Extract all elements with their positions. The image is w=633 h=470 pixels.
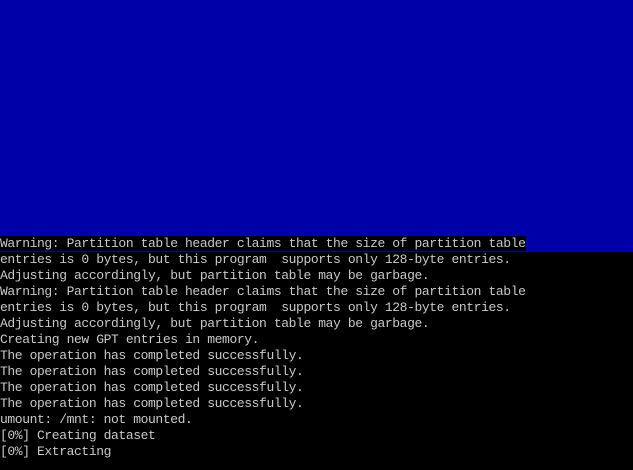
console-line: Warning: Partition table header claims t…: [0, 284, 633, 300]
console-line: [0%] Creating dataset: [0, 428, 633, 444]
console-line-text: [0%] Extracting: [0, 444, 112, 459]
console-line-text: [0%] Creating dataset: [0, 428, 156, 443]
console-line: Creating new GPT entries in memory.: [0, 332, 633, 348]
console-line-text: The operation has completed successfully…: [0, 364, 304, 379]
console-line-text: Creating new GPT entries in memory.: [0, 332, 260, 347]
console-line-text: Adjusting accordingly, but partition tab…: [0, 316, 430, 331]
console-line: The operation has completed successfully…: [0, 396, 633, 412]
console-line-text: Warning: Partition table header claims t…: [0, 284, 526, 299]
console-line: entries is 0 bytes, but this program sup…: [0, 300, 633, 316]
console-line-text: umount: /mnt: not mounted.: [0, 412, 193, 427]
console-line-text: The operation has completed successfully…: [0, 396, 304, 411]
console-line: umount: /mnt: not mounted.: [0, 412, 633, 428]
console-output: Warning: Partition table header claims t…: [0, 236, 633, 460]
console-line-text: The operation has completed successfully…: [0, 348, 304, 363]
console-line: Adjusting accordingly, but partition tab…: [0, 268, 633, 284]
console-line-text: Adjusting accordingly, but partition tab…: [0, 268, 430, 283]
console-line: Warning: Partition table header claims t…: [0, 236, 633, 252]
blue-background-area: [0, 0, 633, 252]
console-line: The operation has completed successfully…: [0, 380, 633, 396]
console-line: The operation has completed successfully…: [0, 364, 633, 380]
terminal-screen: Warning: Partition table header claims t…: [0, 0, 633, 470]
console-line-text: entries is 0 bytes, but this program sup…: [0, 252, 511, 267]
console-line: entries is 0 bytes, but this program sup…: [0, 252, 633, 268]
console-line: Adjusting accordingly, but partition tab…: [0, 316, 633, 332]
console-line: [0%] Extracting: [0, 444, 633, 460]
console-line-text: entries is 0 bytes, but this program sup…: [0, 300, 511, 315]
console-line-text: The operation has completed successfully…: [0, 380, 304, 395]
console-line: The operation has completed successfully…: [0, 348, 633, 364]
console-line-text: Warning: Partition table header claims t…: [0, 236, 526, 251]
